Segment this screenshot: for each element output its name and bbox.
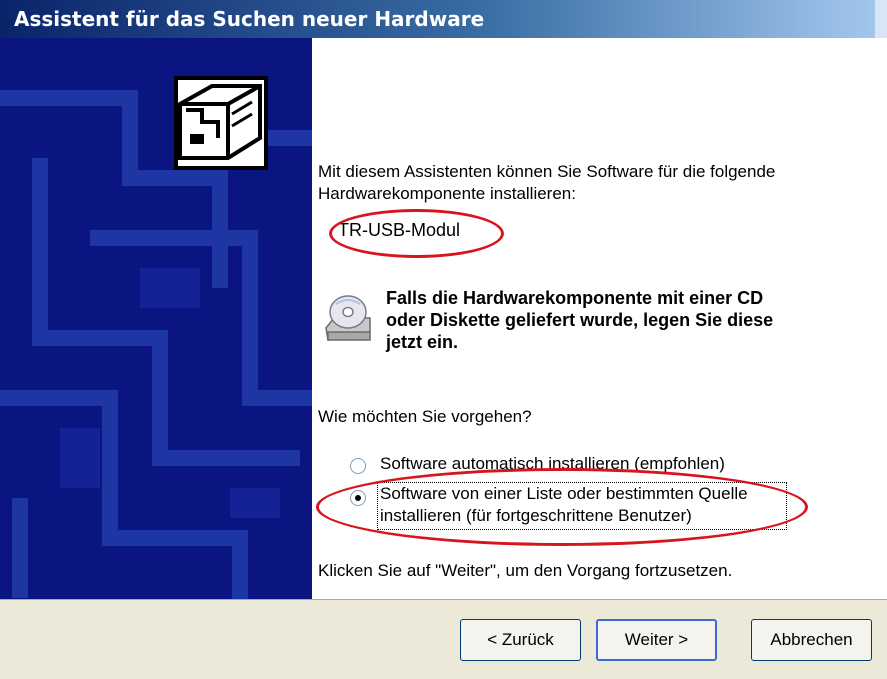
option-list-install-label-line1[interactable]: Software von einer Liste oder bestimmten… [380,484,748,504]
hardware-wizard-window: Assistent für das Suchen neuer Hardware [0,0,887,679]
window-title: Assistent für das Suchen neuer Hardware [14,7,485,31]
intro-text-line2: Hardwarekomponente installieren: [318,184,576,203]
intro-text-line1: Mit diesem Assistenten können Sie Softwa… [318,162,776,181]
cd-instruction-line2: oder Diskette geliefert wurde, legen Sie… [386,310,774,330]
back-button[interactable]: < Zurück [460,619,581,661]
cancel-button[interactable]: Abbrechen [751,619,872,661]
title-bar: Assistent für das Suchen neuer Hardware [0,0,887,38]
next-button[interactable]: Weiter > [596,619,717,661]
device-name: TR-USB-Modul [338,220,461,240]
radio-list-install[interactable] [350,490,366,506]
cd-instruction-line3: jetzt ein. [386,332,459,352]
hardware-box-icon [174,76,268,170]
title-bar-edge [875,0,887,38]
wizard-content: Mit diesem Assistenten können Sie Softwa… [174,38,887,599]
button-bar: < Zurück Weiter > Abbrechen [0,599,887,679]
option-auto-install-label[interactable]: Software automatisch installieren (empfo… [380,454,725,474]
cd-drive-icon [325,295,371,341]
radio-auto-install[interactable] [350,458,366,474]
cd-instruction-line1: Falls die Hardwarekomponente mit einer C… [386,288,764,308]
continue-hint: Klicken Sie auf "Weiter", um den Vorgang… [318,561,733,580]
question-label: Wie möchten Sie vorgehen? [318,407,532,426]
option-list-install-label-line2[interactable]: installieren (für fortgeschrittene Benut… [380,506,692,526]
